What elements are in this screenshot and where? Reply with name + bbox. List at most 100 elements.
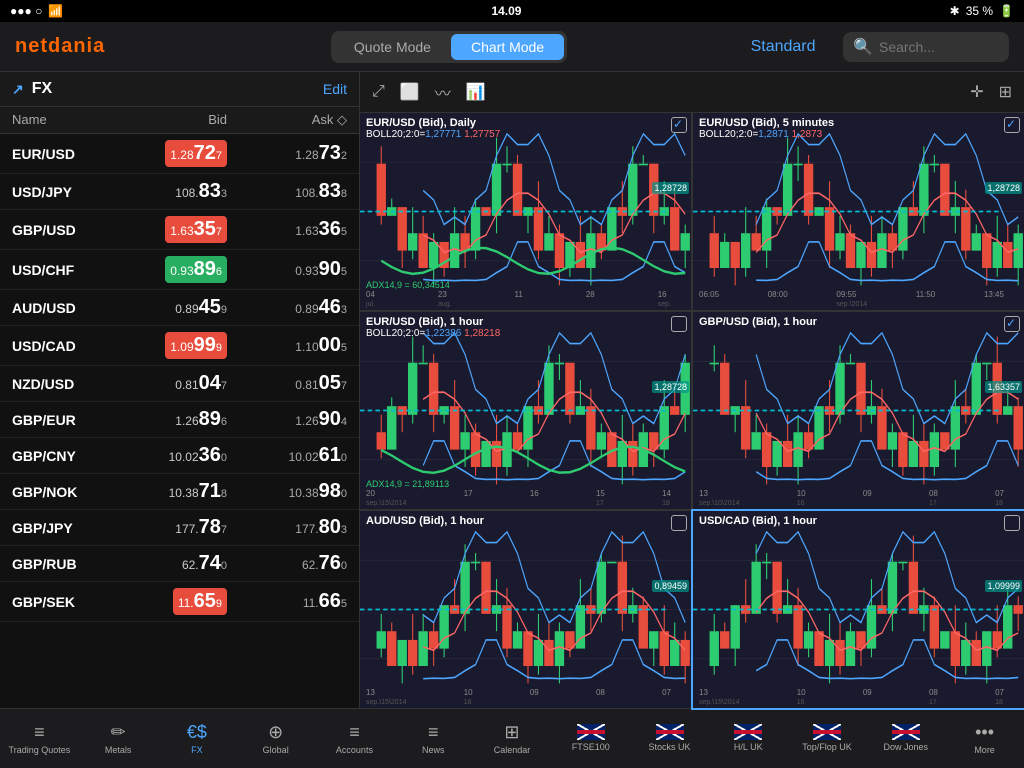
fx-row[interactable]: GBP/EUR 1.26896 1.26904 [0,402,359,438]
tab-topflop-uk[interactable]: Top/Flop UK [788,709,867,768]
chart-cell[interactable]: USD/CAD (Bid), 1 hour 13sep.\15\20141016… [693,511,1024,708]
x-label: 13sep.\15\2014 [699,688,739,706]
chart-cell[interactable]: GBP/USD (Bid), 1 hour 13sep.\10\20141016… [693,312,1024,509]
flag-icon [577,724,605,740]
tab-ftse100[interactable]: FTSE100 [551,709,630,768]
chart-cell[interactable]: AUD/USD (Bid), 1 hour 13sep.\15\20141016… [360,511,691,708]
fx-row[interactable]: GBP/USD 1.63357 1.63365 [0,210,359,250]
line-chart-icon[interactable]: 〰 [435,80,451,104]
chart-header: EUR/USD (Bid), Daily BOLL20;2:0=1,27771 … [366,117,671,140]
ask-price: 10.02610 [227,444,347,467]
quote-mode-button[interactable]: Quote Mode [334,34,451,60]
tab-calendar[interactable]: ⊞ Calendar [473,709,552,768]
fx-row[interactable]: AUD/USD 0.89459 0.89463 [0,290,359,326]
fx-row[interactable]: GBP/RUB 62.740 62.760 [0,546,359,582]
tab-global[interactable]: ⊕ Global [236,709,315,768]
fx-panel: ↗ FX Edit Name Bid Ask ◇ EUR/USD 1.28727… [0,72,360,708]
tab-label-fx: FX [191,746,203,756]
tab-label-topflop-uk: Top/Flop UK [802,743,852,753]
flag-icon [892,724,920,740]
chart-title: AUD/USD (Bid), 1 hour [366,515,671,527]
fx-pair-name: EUR/USD [12,146,107,162]
tab-fx[interactable]: €$ FX [158,709,237,768]
chart-checkbox[interactable] [671,515,687,531]
edit-button[interactable]: Edit [323,81,347,97]
tab-accounts[interactable]: ≡ Accounts [315,709,394,768]
tab-metals[interactable]: ✏ Metals [79,709,158,768]
fx-column-headers: Name Bid Ask ◇ [0,107,359,134]
expand-icon[interactable]: ⤢ [372,83,385,101]
tab-news[interactable]: ≡ News [394,709,473,768]
ask-price: 0.89463 [227,296,347,319]
chart-boll: BOLL20;2:0=1,2871 1,2873 [699,129,1004,140]
bid-price: 1.26896 [107,408,227,431]
adx-label: ADX14,9 = 21,89113 [366,479,449,489]
mode-toggle: Quote Mode Chart Mode [331,31,567,63]
chart-checkbox[interactable] [1004,515,1020,531]
fx-pair-name: GBP/JPY [12,520,107,536]
x-axis: 13sep.\10\201410160908170718 [699,489,1004,507]
tab-trading-quotes[interactable]: ≡ Trading Quotes [0,709,79,768]
chart-title: GBP/USD (Bid), 1 hour [699,316,1004,328]
tab-more[interactable]: ••• More [945,709,1024,768]
search-input[interactable] [879,39,999,55]
status-time: 14.09 [491,4,521,18]
fx-row[interactable]: GBP/CNY 10.02360 10.02610 [0,438,359,474]
price-label: 1,09999 [985,580,1022,592]
fx-row[interactable]: NZD/USD 0.81047 0.81057 [0,366,359,402]
tab-icon-calendar: ⊞ [504,722,519,743]
tab-label-accounts: Accounts [336,746,373,756]
chart-header: AUD/USD (Bid), 1 hour [366,515,671,527]
chart-checkbox[interactable] [671,316,687,332]
flag-icon [734,724,762,740]
tab-stocks-uk[interactable]: Stocks UK [630,709,709,768]
ask-price: 10.38980 [227,480,347,503]
fx-pair-name: GBP/NOK [12,484,107,500]
tab-dow-jones[interactable]: Dow Jones [866,709,945,768]
fx-row[interactable]: EUR/USD 1.28727 1.28732 [0,134,359,174]
price-label: 1,28728 [652,182,689,194]
tab-hl-uk[interactable]: H/L UK [709,709,788,768]
x-label: 07 [662,688,671,706]
price-label: 1,28728 [652,381,689,393]
x-axis: 06:0508:0009:55sep.\201411:5013:45 [699,290,1004,308]
bar-chart-icon[interactable]: ⬜ [400,82,420,102]
chart-cell[interactable]: EUR/USD (Bid), 5 minutes BOLL20;2:0=1,28… [693,113,1024,310]
tab-label-more: More [974,746,995,756]
x-label: 16sep. [658,290,671,308]
tab-label-global: Global [263,746,289,756]
ask-price: 1.26904 [227,408,347,431]
crosshair-icon[interactable]: ✛ [970,82,983,102]
chart-cell[interactable]: EUR/USD (Bid), Daily BOLL20;2:0=1,27771 … [360,113,691,310]
fx-row[interactable]: USD/CHF 0.93896 0.93905 [0,250,359,290]
ask-price: 0.81057 [227,372,347,395]
x-label: 0718 [995,688,1004,706]
tab-label-metals: Metals [105,746,132,756]
fx-row[interactable]: GBP/JPY 177.787 177.803 [0,510,359,546]
grid-icon[interactable]: ⊞ [999,82,1012,102]
x-label: 1418 [662,489,671,507]
chart-mode-button[interactable]: Chart Mode [451,34,564,60]
tab-icon-accounts: ≡ [349,722,360,743]
chart-checkbox[interactable] [671,117,687,133]
tab-icon-fx: €$ [187,722,207,743]
fx-title-label: FX [32,80,52,98]
signal-icon: ●●● ○ [10,4,42,18]
candlestick-icon[interactable]: 📊 [466,82,486,102]
chart-title: USD/CAD (Bid), 1 hour [699,515,1004,527]
bid-price: 1.09999 [107,332,227,359]
fx-row[interactable]: USD/JPY 108.833 108.838 [0,174,359,210]
fx-rows: EUR/USD 1.28727 1.28732 USD/JPY 108.833 … [0,134,359,708]
col-bid: Bid [107,112,227,128]
fx-row[interactable]: GBP/NOK 10.38718 10.38980 [0,474,359,510]
chart-checkbox[interactable] [1004,117,1020,133]
tab-icon-news: ≡ [428,722,439,743]
fx-row[interactable]: GBP/SEK 11.659 11.665 [0,582,359,622]
fx-pair-name: GBP/USD [12,222,107,238]
chart-cell[interactable]: EUR/USD (Bid), 1 hour BOLL20;2:0=1,22386… [360,312,691,509]
chart-checkbox[interactable] [1004,316,1020,332]
fx-row[interactable]: USD/CAD 1.09999 1.10005 [0,326,359,366]
chart-svg [693,113,1024,310]
charts-panel: ⤢ ⬜ 〰 📊 ✛ ⊞ EUR/USD (Bid), Daily BOLL20;… [360,72,1024,708]
bid-price: 1.63357 [107,216,227,243]
